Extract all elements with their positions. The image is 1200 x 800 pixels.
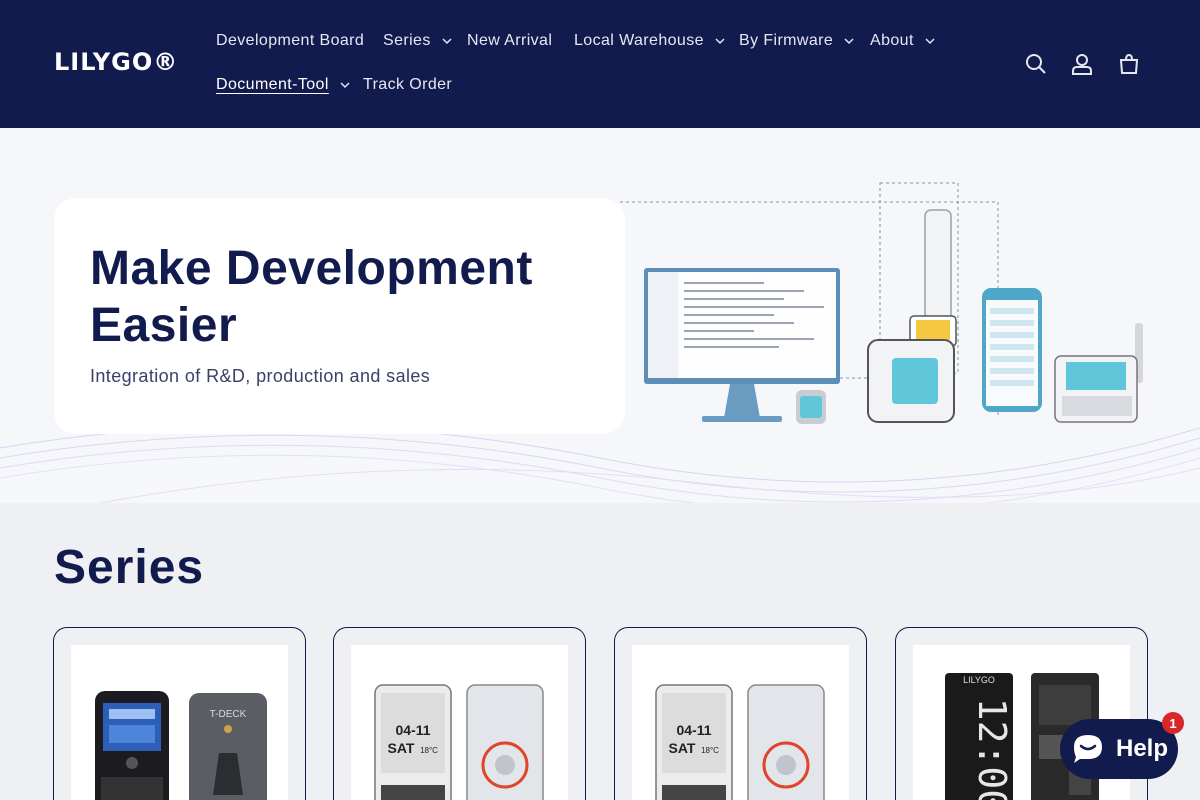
hero-subtitle: Integration of R&D, production and sales	[90, 366, 431, 386]
cart-button[interactable]	[1113, 48, 1145, 80]
product-image: 04-11 SAT 18°C	[632, 645, 849, 800]
nav-label: Development Board	[216, 32, 365, 49]
help-label: Help	[1115, 735, 1168, 762]
t-deck-pro-product-image: 04-11 SAT 18°C	[655, 684, 825, 800]
svg-text:18°C: 18°C	[701, 746, 719, 755]
chat-bubble-icon	[1073, 735, 1102, 763]
chevron-down-icon	[844, 38, 854, 45]
nav-document-tool[interactable]: Document-Tool	[216, 76, 351, 94]
svg-text:18°C: 18°C	[420, 746, 438, 755]
search-icon	[1026, 54, 1046, 74]
nav-label: By Firmware	[739, 32, 834, 49]
account-button[interactable]	[1066, 48, 1098, 80]
nav-track-order[interactable]: Track Order	[363, 76, 452, 94]
svg-text:04-11: 04-11	[395, 722, 430, 738]
svg-text:04-11: 04-11	[676, 722, 711, 738]
nav-about[interactable]: About	[870, 32, 936, 50]
product-image: T-DECK	[71, 645, 288, 800]
series-heading: Series	[54, 541, 205, 594]
svg-text:T-DECK: T-DECK	[210, 709, 247, 720]
svg-text:SAT: SAT	[388, 740, 415, 756]
t-deck-product-image: T-DECK	[95, 691, 267, 800]
series-card[interactable]: 04-11 SAT 18°C	[614, 627, 867, 800]
hero-title: Make Development Easier	[90, 242, 533, 352]
cart-icon	[1119, 53, 1139, 74]
t-deck-pro-product-image: 04-11 SAT 18°C	[374, 684, 544, 800]
logo[interactable]: LILYGO®	[54, 48, 178, 76]
hero-devices-illustration	[620, 182, 1143, 424]
nav-label: Track Order	[363, 76, 453, 93]
nav-label: About	[870, 32, 914, 49]
chevron-down-icon	[340, 82, 350, 89]
series-card[interactable]: T-DECK	[53, 627, 306, 800]
site-header: LILYGO® Development Board Series New Arr…	[0, 0, 1200, 128]
nav-label: New Arrival	[467, 32, 553, 49]
hero-banner: Make Development Easier Integration of R…	[0, 128, 1200, 503]
series-card[interactable]: 04-11 SAT 18°C	[333, 627, 586, 800]
svg-text:SAT: SAT	[669, 740, 696, 756]
help-chat-button[interactable]: Help	[1060, 719, 1178, 779]
nav-label: Series	[383, 32, 431, 49]
nav-label: Local Warehouse	[574, 32, 704, 49]
svg-text:12:00: 12:00	[970, 698, 1014, 800]
svg-text:LILYGO: LILYGO	[963, 675, 995, 685]
notification-badge: 1	[1162, 712, 1184, 734]
nav-series[interactable]: Series	[383, 32, 453, 50]
account-icon	[1072, 54, 1092, 75]
nav-by-firmware[interactable]: By Firmware	[739, 32, 855, 50]
nav-local-warehouse[interactable]: Local Warehouse	[574, 32, 726, 50]
search-button[interactable]	[1020, 48, 1052, 80]
nav-new-arrival[interactable]: New Arrival	[467, 32, 552, 50]
hero-card: Make Development Easier Integration of R…	[54, 198, 625, 434]
chevron-down-icon	[442, 38, 452, 45]
chevron-down-icon	[715, 38, 725, 45]
nav-label: Document-Tool	[216, 76, 329, 93]
product-image: 04-11 SAT 18°C	[351, 645, 568, 800]
nav-development-board[interactable]: Development Board	[216, 32, 364, 50]
chevron-down-icon	[925, 38, 935, 45]
